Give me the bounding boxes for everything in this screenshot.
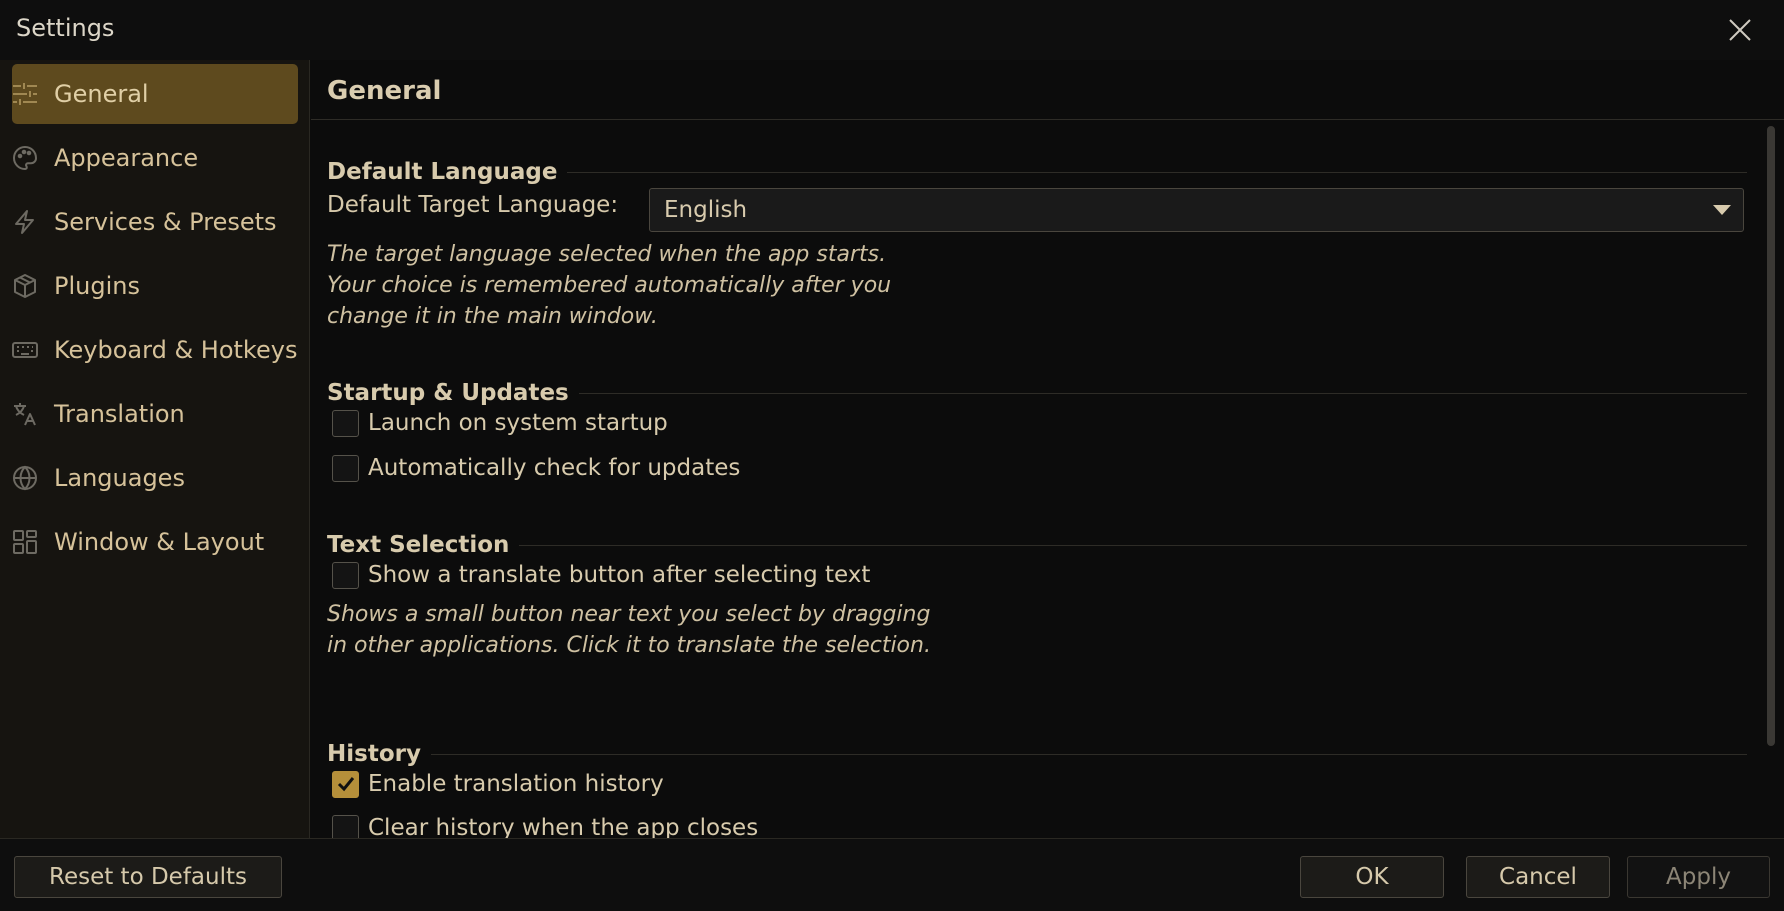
enable-history-checkbox[interactable]: Enable translation history: [332, 768, 664, 800]
divider: [519, 544, 1747, 546]
checkbox-label: Clear history when the app closes: [368, 815, 759, 838]
text-selection-help: Shows a small button near text you selec…: [327, 602, 931, 658]
sidebar-item-label: Window & Layout: [54, 528, 265, 556]
chevron-down-icon: [1713, 205, 1731, 215]
section-heading: History: [327, 741, 421, 767]
sidebar-item-label: Languages: [54, 464, 185, 492]
section-default-language: Default Language: [327, 157, 1747, 187]
checkbox-box[interactable]: [332, 454, 359, 482]
globe-icon: [12, 465, 38, 491]
section-history: History: [327, 739, 1747, 769]
sidebar-item-label: Keyboard & Hotkeys: [54, 336, 298, 364]
sidebar-item-keyboard-hotkeys[interactable]: Keyboard & Hotkeys: [12, 320, 298, 380]
target-language-value: English: [664, 197, 748, 223]
sidebar-item-label: Plugins: [54, 272, 140, 300]
palette-icon: [12, 145, 38, 171]
page-title: General: [327, 76, 442, 106]
layout-grid-icon: [12, 529, 38, 555]
divider: [430, 753, 1747, 755]
sidebar-item-label: Services & Presets: [54, 208, 277, 236]
checkmark-icon: [337, 777, 354, 792]
sidebar-item-languages[interactable]: Languages: [12, 448, 298, 508]
sidebar-item-translation[interactable]: Translation: [12, 384, 298, 444]
checkbox-box[interactable]: [332, 409, 359, 437]
section-text-selection: Text Selection: [327, 530, 1747, 560]
sidebar-item-label: General: [54, 80, 149, 108]
dialog-footer: Reset to Defaults OK Cancel Apply: [0, 838, 1784, 911]
sidebar-item-window-layout[interactable]: Window & Layout: [12, 512, 298, 572]
package-icon: [12, 273, 38, 299]
ok-button[interactable]: OK: [1300, 856, 1444, 898]
checkbox-box[interactable]: [332, 561, 359, 589]
checkbox-label: Enable translation history: [368, 771, 664, 797]
sidebar-item-services-presets[interactable]: Services & Presets: [12, 192, 298, 252]
lightning-icon: [12, 209, 38, 235]
translate-icon: [12, 401, 38, 427]
settings-content: General Default Language Default Target …: [311, 60, 1784, 838]
clear-history-checkbox[interactable]: Clear history when the app closes: [332, 812, 758, 838]
divider: [311, 119, 1784, 120]
sidebar-nav: General Appearance Services & Presets Pl…: [0, 60, 310, 838]
apply-button[interactable]: Apply: [1627, 856, 1770, 898]
sliders-icon: [12, 81, 38, 107]
divider: [567, 171, 1747, 173]
launch-on-startup-checkbox[interactable]: Launch on system startup: [332, 407, 668, 439]
sidebar-item-plugins[interactable]: Plugins: [12, 256, 298, 316]
target-language-label: Default Target Language:: [327, 192, 619, 218]
close-button[interactable]: [1722, 12, 1758, 48]
section-startup-updates: Startup & Updates: [327, 378, 1747, 408]
sidebar-item-general[interactable]: General: [12, 64, 298, 124]
cancel-button[interactable]: Cancel: [1466, 856, 1610, 898]
section-heading: Startup & Updates: [327, 380, 569, 406]
section-heading: Text Selection: [327, 532, 510, 558]
translate-button-checkbox[interactable]: Show a translate button after selecting …: [332, 559, 870, 591]
reset-defaults-button[interactable]: Reset to Defaults: [14, 856, 282, 898]
target-language-dropdown[interactable]: English: [649, 188, 1744, 232]
auto-check-updates-checkbox[interactable]: Automatically check for updates: [332, 452, 740, 484]
close-icon: [1729, 19, 1751, 41]
title-bar: Settings: [0, 0, 1784, 60]
checkbox-label: Show a translate button after selecting …: [368, 562, 871, 588]
target-language-help: The target language selected when the ap…: [327, 242, 892, 329]
divider: [578, 392, 1747, 394]
scrollbar-thumb[interactable]: [1767, 126, 1775, 746]
window-title: Settings: [16, 14, 115, 42]
checkbox-label: Launch on system startup: [368, 410, 668, 436]
sidebar-item-label: Translation: [54, 400, 185, 428]
checkbox-box[interactable]: [332, 770, 359, 798]
checkbox-label: Automatically check for updates: [368, 455, 741, 481]
keyboard-icon: [12, 337, 38, 363]
section-heading: Default Language: [327, 159, 558, 185]
sidebar-item-label: Appearance: [54, 144, 199, 172]
checkbox-box[interactable]: [332, 814, 359, 838]
sidebar-item-appearance[interactable]: Appearance: [12, 128, 298, 188]
